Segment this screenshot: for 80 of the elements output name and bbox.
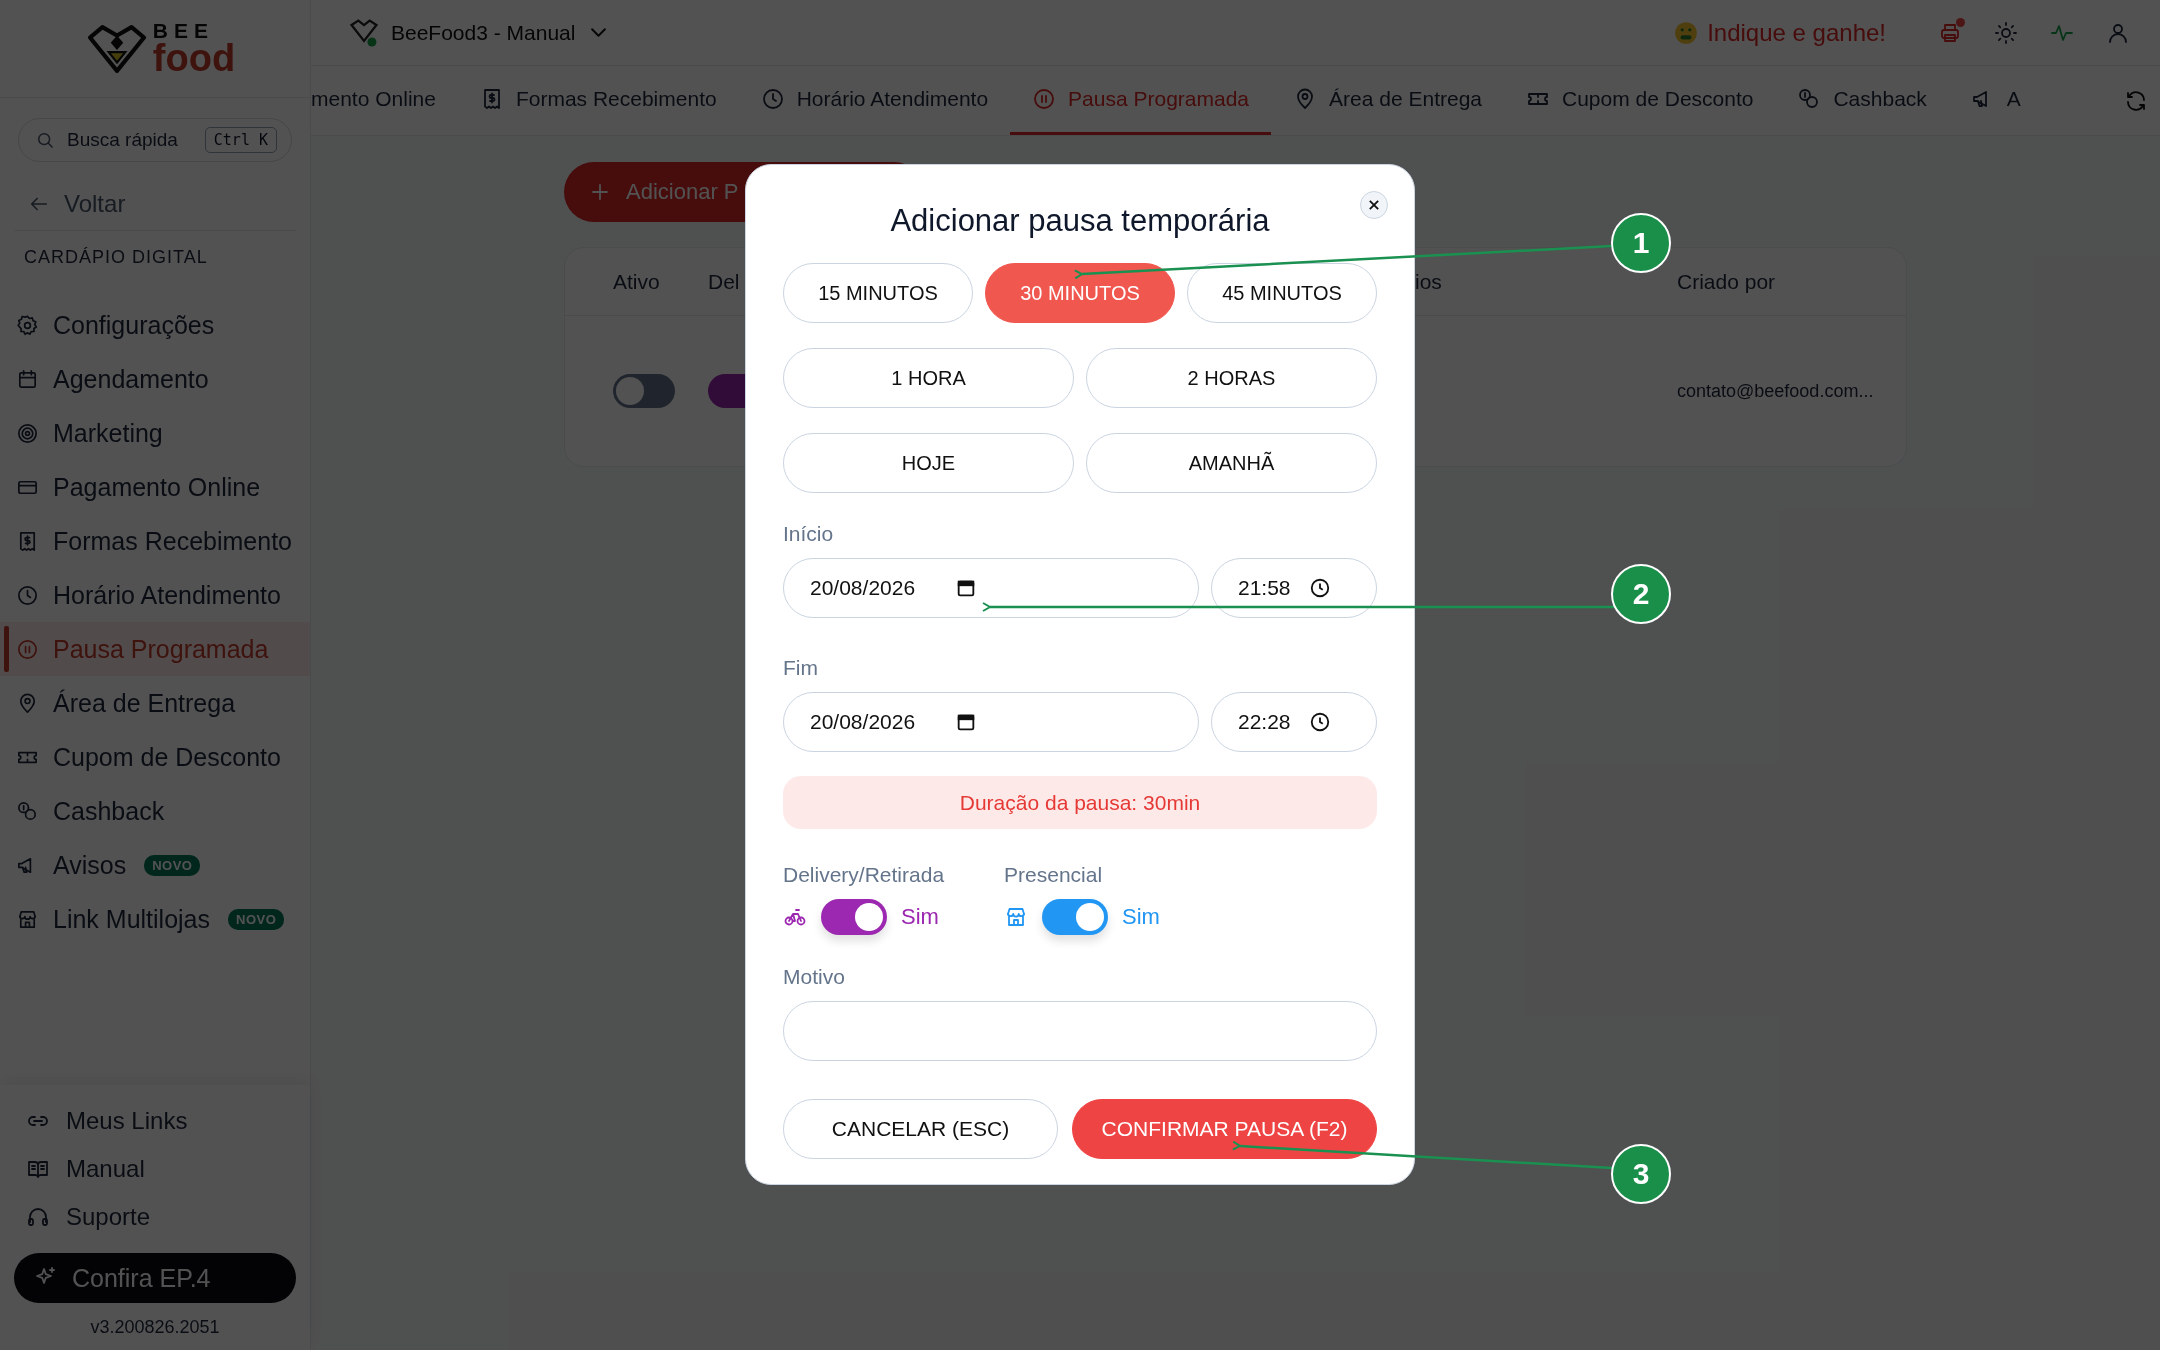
tab[interactable]: Cashback: [1775, 66, 1949, 135]
tab[interactable]: Pausa Programada: [1010, 66, 1272, 135]
preset-button[interactable]: 45 MINUTOS: [1187, 263, 1377, 323]
column-header: Ativo: [613, 269, 660, 294]
field-label: Presencial: [1004, 863, 1104, 887]
target-icon: [16, 421, 39, 445]
tab[interactable]: Cupom de Desconto: [1504, 66, 1776, 135]
sidebar-item[interactable]: Link Multilojas NOVO: [0, 892, 310, 946]
preset-button[interactable]: AMANHÃ: [1086, 433, 1377, 493]
sidebar-item[interactable]: Pausa Programada: [0, 622, 310, 676]
sidebar-item[interactable]: Formas Recebimento: [0, 514, 310, 568]
tab[interactable]: Horário Atendimento: [738, 66, 1011, 135]
field-label: Fim: [783, 656, 819, 680]
printer-button[interactable]: [1938, 20, 1962, 45]
sidebar-item[interactable]: Cupom de Desconto: [0, 730, 310, 784]
new-badge: NOVO: [144, 854, 201, 876]
field-label: Início: [783, 522, 835, 546]
sidebar-item[interactable]: Pagamento Online: [0, 460, 310, 514]
confirm-button[interactable]: CONFIRMAR PAUSA (F2): [1072, 1099, 1377, 1159]
store-selector[interactable]: BeeFood3 - Manual: [347, 15, 607, 50]
annotation-badge: 3: [1611, 1144, 1671, 1204]
headphones-icon: [26, 1205, 50, 1229]
tab[interactable]: Formas Recebimento: [457, 66, 739, 135]
column-header: Criado por: [1677, 269, 1776, 294]
toggle-label: Sim: [901, 904, 939, 930]
annotation-badge: 1: [1611, 213, 1671, 273]
section-heading: CARDÁPIO DIGITAL: [23, 246, 209, 269]
sidebar-item[interactable]: Marketing: [0, 406, 310, 460]
smiley-icon: [1673, 19, 1700, 46]
table-cell: contato@beefood.com...: [1677, 380, 1874, 402]
preset-button[interactable]: 30 MINUTOS: [985, 263, 1175, 323]
toggle-label: Sim: [1122, 904, 1160, 930]
toggle-switch[interactable]: [1042, 899, 1109, 935]
sidebar-item[interactable]: Horário Atendimento: [0, 568, 310, 622]
referral-link[interactable]: Indique e ganhe!: [1673, 18, 1886, 47]
clock-icon[interactable]: [1308, 577, 1331, 599]
preset-button[interactable]: 1 HORA: [783, 348, 1074, 408]
pause-icon: [16, 637, 39, 661]
tab[interactable]: Área de Entrega: [1271, 66, 1504, 135]
tab[interactable]: A: [1948, 66, 2043, 135]
toggle-switch[interactable]: [821, 899, 887, 935]
sidebar-item[interactable]: Avisos NOVO: [0, 838, 310, 892]
clock-icon: [760, 87, 785, 111]
field-label: Motivo: [783, 965, 846, 989]
preset-button[interactable]: 2 HORAS: [1086, 348, 1377, 408]
clock-icon: [16, 583, 39, 607]
column-header: Del: [708, 269, 740, 294]
sidebar-link[interactable]: Meus Links: [14, 1097, 296, 1145]
sidebar-item[interactable]: Configurações: [0, 298, 310, 352]
theme-toggle-icon[interactable]: [1994, 20, 2018, 45]
new-badge: NOVO: [228, 908, 285, 930]
sidebar-link[interactable]: Manual: [14, 1145, 296, 1193]
preset-button[interactable]: HOJE: [783, 433, 1074, 493]
duration-notice: Duração da pausa: 30min: [783, 776, 1377, 829]
sidebar-item[interactable]: Cashback: [0, 784, 310, 838]
promo-button[interactable]: Confira EP.4: [14, 1253, 296, 1303]
logo: BEE food: [84, 20, 236, 77]
date-field[interactable]: 20/08/2026: [783, 692, 1199, 752]
close-button[interactable]: [1360, 191, 1388, 219]
pause-icon: [1032, 87, 1057, 111]
cancel-button[interactable]: CANCELAR (ESC): [783, 1099, 1058, 1159]
column-header: ios: [1415, 269, 1442, 294]
sidebar-item[interactable]: Agendamento: [0, 352, 310, 406]
preset-button[interactable]: 15 MINUTOS: [783, 263, 973, 323]
version-label: v3.200826.2051: [89, 1316, 221, 1339]
settings-icon: [16, 313, 39, 337]
sidebar-link[interactable]: Suporte: [14, 1193, 296, 1241]
search-icon: [35, 130, 55, 150]
chevron-down-icon: [591, 28, 607, 37]
back-link[interactable]: Voltar: [14, 162, 296, 231]
sidebar-item[interactable]: Área de Entrega: [0, 676, 310, 730]
active-toggle[interactable]: [613, 374, 675, 408]
coins-icon: [16, 799, 39, 823]
shortcut-key: Ctrl K: [204, 127, 277, 153]
field-label: Delivery/Retirada: [783, 863, 945, 887]
calendar-icon: [16, 367, 39, 391]
annotation-badge: 2: [1611, 564, 1671, 624]
refresh-icon[interactable]: [2124, 88, 2148, 113]
clock-icon[interactable]: [1308, 711, 1331, 733]
tab[interactable]: mento Online: [311, 66, 458, 135]
